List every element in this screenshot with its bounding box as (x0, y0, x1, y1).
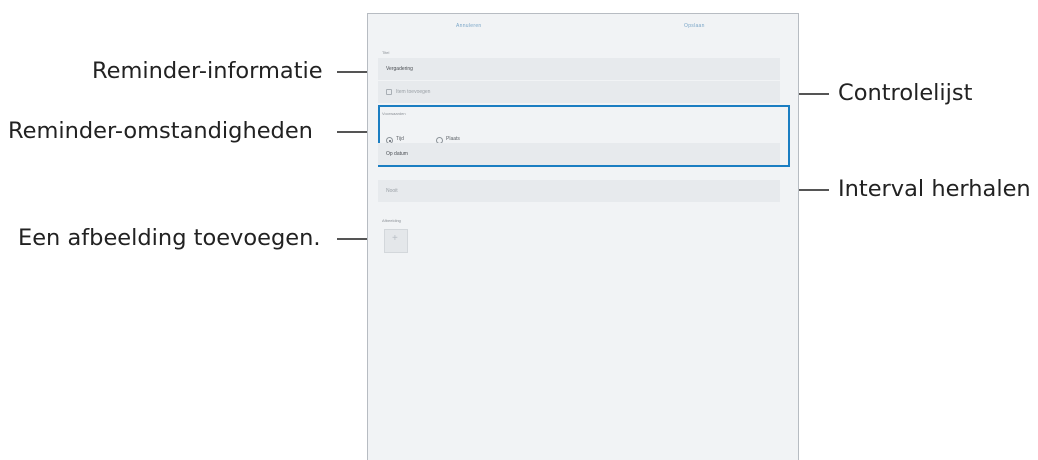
callout-checklist: Controlelijst (838, 80, 973, 106)
repeat-field[interactable]: Nooit (378, 180, 780, 202)
date-field-value: Op datum (386, 151, 408, 157)
image-section-label: Afbeelding (382, 218, 401, 223)
repeat-field-value: Nooit (386, 188, 398, 194)
checklist-item-placeholder: Item toevoegen (396, 89, 431, 95)
radio-time-label[interactable]: Tijd (396, 136, 404, 142)
cancel-button[interactable]: Annuleren (456, 23, 482, 29)
device-screen: Annuleren Opslaan Titel Vergadering Item… (367, 13, 799, 460)
callout-repeat-interval: Interval herhalen (838, 176, 1031, 202)
title-section-label: Titel (382, 50, 390, 55)
checklist-checkbox-icon[interactable] (386, 89, 392, 95)
save-button[interactable]: Opslaan (684, 23, 705, 29)
plus-icon: + (392, 233, 398, 244)
top-bar: Annuleren Opslaan (368, 14, 798, 38)
add-image-button[interactable]: + (384, 229, 408, 253)
title-field[interactable]: Vergadering (378, 58, 780, 80)
radio-place-label[interactable]: Plaats (446, 136, 460, 142)
callout-reminder-info: Reminder-informatie (92, 58, 323, 84)
conditions-section-label: Voorwaarden (382, 111, 406, 116)
date-field[interactable]: Op datum (378, 143, 780, 165)
title-field-value: Vergadering (386, 66, 413, 72)
checklist-item-row[interactable]: Item toevoegen (378, 81, 780, 103)
callout-add-image: Een afbeelding toevoegen. (18, 225, 321, 251)
callout-reminder-conditions: Reminder-omstandigheden (8, 118, 313, 144)
